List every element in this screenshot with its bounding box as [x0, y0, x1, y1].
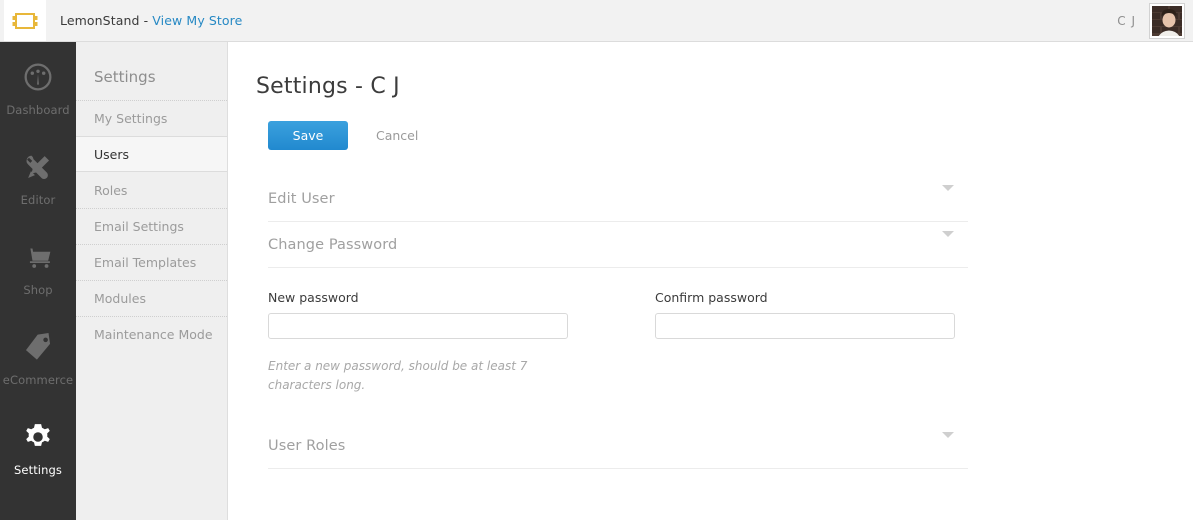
- password-fields: New password Enter a new password, shoul…: [268, 268, 1193, 395]
- new-password-label: New password: [268, 290, 359, 305]
- submenu-title: Settings: [94, 68, 156, 86]
- main-content: Settings - C J Save Cancel Edit User Cha…: [228, 42, 1193, 520]
- confirm-password-input[interactable]: [655, 313, 955, 339]
- section-label-user-roles: User Roles: [268, 437, 346, 454]
- view-my-store-link[interactable]: View My Store: [152, 13, 242, 28]
- rail-label-ecommerce: eCommerce: [2, 372, 74, 387]
- logo-button[interactable]: [4, 0, 46, 41]
- rail-label-editor: Editor: [20, 192, 56, 207]
- rail-item-editor[interactable]: Editor: [0, 132, 76, 222]
- lemonstand-admin-page: LemonStand - View My Store C J Dashboard…: [0, 0, 1193, 520]
- sidebar-item-email-templates[interactable]: Email Templates: [76, 244, 227, 280]
- chevron-down-icon: [942, 184, 954, 207]
- brand-name: LemonStand -: [60, 13, 153, 28]
- chevron-down-icon: [942, 230, 954, 253]
- sidebar-label-email-settings: Email Settings: [94, 219, 184, 234]
- new-password-group: New password Enter a new password, shoul…: [268, 290, 655, 395]
- settings-form: Edit User Change Password New password E…: [248, 176, 1193, 469]
- price-tag-icon: [25, 332, 51, 360]
- section-edit-user[interactable]: Edit User: [268, 176, 968, 222]
- page-title: Settings - C J: [256, 74, 400, 99]
- settings-submenu: Settings My Settings Users Roles Email S…: [76, 42, 228, 520]
- sidebar-label-modules: Modules: [94, 291, 146, 306]
- rail-item-shop[interactable]: Shop: [0, 222, 76, 312]
- save-button[interactable]: Save: [268, 121, 348, 150]
- rail-label-shop: Shop: [23, 282, 53, 297]
- new-password-help: Enter a new password, should be at least…: [268, 359, 528, 392]
- rail-item-settings[interactable]: Settings: [0, 402, 76, 492]
- user-initials: C J: [1117, 13, 1136, 28]
- sidebar-item-roles[interactable]: Roles: [76, 172, 227, 208]
- rail-label-dashboard: Dashboard: [6, 102, 70, 117]
- avatar-photo: [1152, 5, 1182, 36]
- confirm-password-group: Confirm password: [655, 290, 955, 395]
- gauge-icon: [24, 63, 52, 90]
- confirm-password-label: Confirm password: [655, 290, 768, 305]
- cancel-button[interactable]: Cancel: [370, 128, 424, 143]
- shopping-cart-icon: [25, 247, 51, 268]
- sidebar-item-modules[interactable]: Modules: [76, 280, 227, 316]
- section-label-change-password: Change Password: [268, 236, 398, 253]
- sidebar-item-users[interactable]: Users: [76, 136, 227, 172]
- sidebar-item-email-settings[interactable]: Email Settings: [76, 208, 227, 244]
- avatar[interactable]: [1150, 3, 1184, 38]
- wrench-pencil-icon: [26, 155, 50, 179]
- gear-icon: [26, 423, 50, 446]
- chevron-down-icon: [942, 431, 954, 454]
- primary-nav-rail: Dashboard Editor Shop eCommerce Settings: [0, 42, 76, 520]
- top-bar: LemonStand - View My Store C J: [0, 0, 1193, 42]
- rail-item-ecommerce[interactable]: eCommerce: [0, 312, 76, 402]
- sidebar-label-maintenance-mode: Maintenance Mode: [94, 327, 213, 342]
- section-user-roles[interactable]: User Roles: [268, 423, 968, 469]
- brand-text: LemonStand - View My Store: [60, 13, 242, 28]
- sidebar-label-users: Users: [94, 146, 130, 162]
- sidebar-label-roles: Roles: [94, 182, 128, 198]
- sidebar-item-maintenance-mode[interactable]: Maintenance Mode: [76, 316, 227, 352]
- rail-label-settings: Settings: [14, 462, 62, 477]
- rail-item-dashboard[interactable]: Dashboard: [0, 42, 76, 132]
- sidebar-label-email-templates: Email Templates: [94, 255, 197, 270]
- action-bar: Save Cancel: [248, 99, 1193, 150]
- section-label-edit-user: Edit User: [268, 190, 335, 207]
- new-password-input[interactable]: [268, 313, 568, 339]
- section-change-password[interactable]: Change Password: [268, 222, 968, 268]
- sidebar-item-my-settings[interactable]: My Settings: [76, 100, 227, 136]
- sidebar-label-my-settings: My Settings: [94, 111, 168, 126]
- top-bar-right: C J: [1117, 3, 1193, 38]
- lemon-logo-icon: [12, 12, 38, 29]
